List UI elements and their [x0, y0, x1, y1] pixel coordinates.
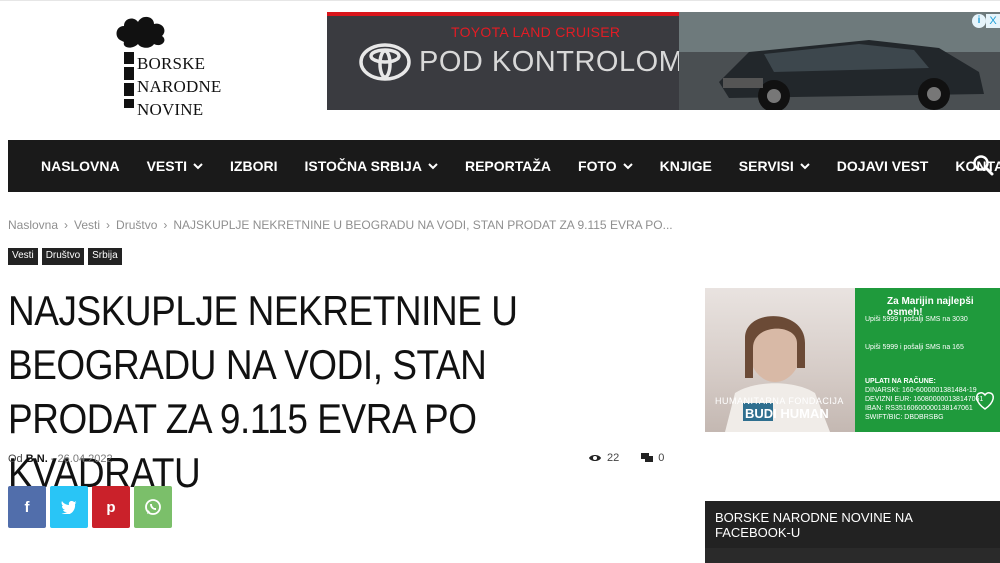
chevron-down-icon: [193, 163, 203, 170]
charity-sms-2: Upiši 5999 i pošalji SMS na 165: [865, 344, 964, 351]
comments-count[interactable]: 0: [658, 452, 664, 464]
nav-item-vesti[interactable]: VESTI: [147, 158, 203, 174]
facebook-widget-header: BORSKE NARODNE NOVINE NA FACEBOOK-U: [705, 501, 1000, 550]
nav-item-isto-na-srbija[interactable]: ISTOČNA SRBIJA: [304, 158, 438, 174]
pinterest-icon: p: [106, 498, 116, 516]
meta-dash: -: [50, 453, 55, 465]
breadcrumb-separator: ›: [106, 218, 111, 232]
logo-line-2: NARODNE: [137, 77, 222, 96]
facebook-widget-title: BORSKE NARODNE NOVINE NA FACEBOOK-U: [705, 501, 1000, 548]
nav-item-dojavi-vest[interactable]: DOJAVI VEST: [837, 158, 929, 174]
chevron-down-icon: [622, 163, 633, 170]
eye-icon: [589, 455, 601, 461]
nav-item-label: VESTI: [146, 158, 188, 174]
article-meta: Od B.N. - 26.04.2022: [8, 453, 113, 465]
top-border: [0, 0, 1000, 1]
charity-foundation-name: BUDI HUMAN: [745, 406, 829, 421]
ad-title: POD KONTROLOM: [419, 46, 684, 78]
facebook-icon: f: [24, 498, 30, 516]
views-count: 22: [607, 452, 620, 464]
site-logo[interactable]: BORSKE NARODNE NOVINE: [110, 12, 240, 119]
twitter-share-button[interactable]: [50, 486, 88, 528]
charity-swift: SWIFT/BIC: DBDBRSBG: [865, 414, 944, 421]
breadcrumb-current: NAJSKUPLJE NEKRETNINE U BEOGRADU NA VODI…: [173, 218, 673, 232]
nav-item-knjige[interactable]: KNJIGE: [660, 158, 712, 174]
charity-dinarski: DINARSKI: 160-6000001381484-19: [865, 387, 977, 394]
chevron-down-icon: [800, 163, 810, 170]
breadcrumb-separator: ›: [64, 218, 69, 232]
breadcrumb-drustvo[interactable]: Društvo: [116, 218, 157, 232]
heart-icon: [975, 392, 995, 410]
nav-list: NASLOVNA VESTI IZBORI ISTOČNA SRBIJA REPORTA…: [8, 140, 1000, 192]
nav-item-label: ISTOČNA SRBIJA: [304, 158, 422, 174]
whatsapp-share-button[interactable]: [134, 486, 172, 528]
ad-subtitle: TOYOTA LAND CRUISER: [451, 24, 621, 40]
logo-line-3: NOVINE: [137, 100, 204, 119]
nav-item-label: DOJAVI VEST: [836, 158, 929, 174]
ad-close-icon[interactable]: X: [986, 14, 1000, 28]
charity-payments-label: UPLATI NA RAČUNE:: [865, 378, 936, 385]
nav-item-foto[interactable]: FOTO: [578, 158, 633, 174]
article-stats: 22 0: [588, 452, 664, 464]
facebook-share-button[interactable]: f: [8, 486, 46, 528]
nav-item-label: KNJIGE: [659, 158, 712, 174]
car-image: [679, 12, 1000, 110]
article-date: 26.04.2022: [57, 453, 113, 465]
charity-foundation: HUMANITARNA FONDACIJA: [715, 396, 844, 406]
nav-item-label: REPORTAŽA: [464, 158, 552, 174]
tag-srbija[interactable]: Srbija: [88, 248, 122, 265]
toyota-logo-icon: [359, 43, 411, 81]
ad-info-icon[interactable]: i: [972, 14, 986, 28]
breadcrumb-home[interactable]: Naslovna: [8, 218, 58, 232]
charity-eur: DEVIZNI EUR: 160800000138147061: [865, 396, 984, 403]
nav-item-reporta-a[interactable]: REPORTAŽA: [465, 158, 551, 174]
nav-item-label: NASLOVNA: [41, 158, 120, 174]
nav-item-label: FOTO: [578, 158, 617, 174]
comments-icon[interactable]: [641, 453, 654, 463]
chevron-down-icon: [428, 163, 438, 170]
nav-item-servisi[interactable]: SERVISI: [739, 158, 810, 174]
breadcrumb-vesti[interactable]: Vesti: [74, 218, 100, 232]
nav-item-label: IZBORI: [230, 158, 278, 174]
main-nav: NASLOVNA VESTI IZBORI ISTOČNA SRBIJA REPORTA…: [8, 140, 1000, 192]
search-icon[interactable]: [972, 154, 994, 176]
twitter-icon: [61, 501, 77, 514]
facebook-widget-preview[interactable]: [705, 548, 1000, 563]
category-tags: Vesti Društvo Srbija: [8, 248, 122, 265]
logo-text: BORSKE NARODNE NOVINE: [137, 52, 222, 121]
tag-vesti[interactable]: Vesti: [8, 248, 38, 265]
charity-iban: IBAN: RS35160600000138147061: [865, 405, 973, 412]
charity-title: Za Marijin najlepši osmeh!: [887, 296, 974, 318]
share-buttons: f p: [8, 486, 172, 528]
tag-drustvo[interactable]: Društvo: [41, 248, 85, 265]
whatsapp-icon: [145, 499, 161, 515]
logo-line-1: BORSKE: [137, 54, 206, 73]
breadcrumb-separator: ›: [163, 218, 168, 232]
pinterest-share-button[interactable]: p: [92, 486, 130, 528]
nav-item-label: SERVISI: [738, 158, 794, 174]
charity-sms-1: Upiši 5999 i pošalji SMS na 3030: [865, 316, 968, 323]
by-prefix: Od: [8, 453, 23, 465]
breadcrumb: Naslovna › Vesti › Društvo › NAJSKUPLJE NEKRET…: [8, 218, 673, 232]
sidebar-charity-ad[interactable]: Za Marijin najlepši osmeh! Upiši 5999 i …: [705, 288, 1000, 432]
nav-item-izbori[interactable]: IZBORI: [230, 158, 277, 174]
nav-item-naslovna[interactable]: NASLOVNA: [41, 158, 120, 174]
article-title: NAJSKUPLJE NEKRETNINE U BEOGRADU NA VODI…: [8, 287, 518, 496]
top-ad-banner[interactable]: TOYOTA LAND CRUISER POD KONTROLOM i X: [327, 12, 1000, 110]
author-link[interactable]: B.N.: [26, 453, 48, 465]
